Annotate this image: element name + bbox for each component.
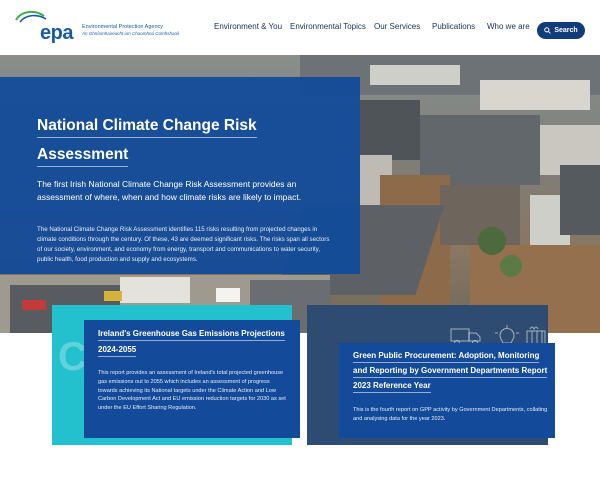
site-header: epa Environmental Protection Agency An G… [0,0,600,55]
hero-title[interactable]: National Climate Change Risk Assessment [37,111,277,169]
co2-graphic: C [58,335,87,379]
nav-environmental-topics[interactable]: Environmental Topics [290,22,366,31]
search-button-label: Search [554,27,578,34]
epa-logo[interactable]: epa Environmental Protection Agency An G… [14,10,179,44]
gpp-card-title[interactable]: Green Public Procurement: Adoption, Moni… [353,348,549,393]
nav-who-we-are[interactable]: Who we are [487,22,530,31]
nav-publications[interactable]: Publications [432,22,475,31]
hero-lead: The first Irish National Climate Change … [37,179,302,202]
ghg-card-body: This report provides an assessment of Ir… [98,370,286,412]
search-button[interactable]: Search [537,22,585,39]
gpp-report-card[interactable]: Green Public Procurement: Adoption, Moni… [339,343,555,438]
logo-wordmark: epa [40,22,73,44]
hero-body: The National Climate Change Risk Assessm… [37,226,330,263]
nav-our-services[interactable]: Our Services [374,22,420,31]
logo-subtitle-en: Environmental Protection Agency [82,24,164,30]
gpp-card-body: This is the fourth report on GPP activit… [353,407,548,422]
ghg-card-title[interactable]: Ireland's Greenhouse Gas Emissions Proje… [98,326,288,358]
hero-section: National Climate Change Risk Assessment … [0,55,600,333]
ghg-projections-card[interactable]: Ireland's Greenhouse Gas Emissions Proje… [84,320,300,438]
hero-text-panel: National Climate Change Risk Assessment … [0,77,360,274]
logo-subtitle-ga: An Ghníomhaireacht um Chaomhnú Comhshaoi… [82,31,180,36]
search-icon [544,27,552,34]
nav-environment-and-you[interactable]: Environment & You [214,22,282,31]
